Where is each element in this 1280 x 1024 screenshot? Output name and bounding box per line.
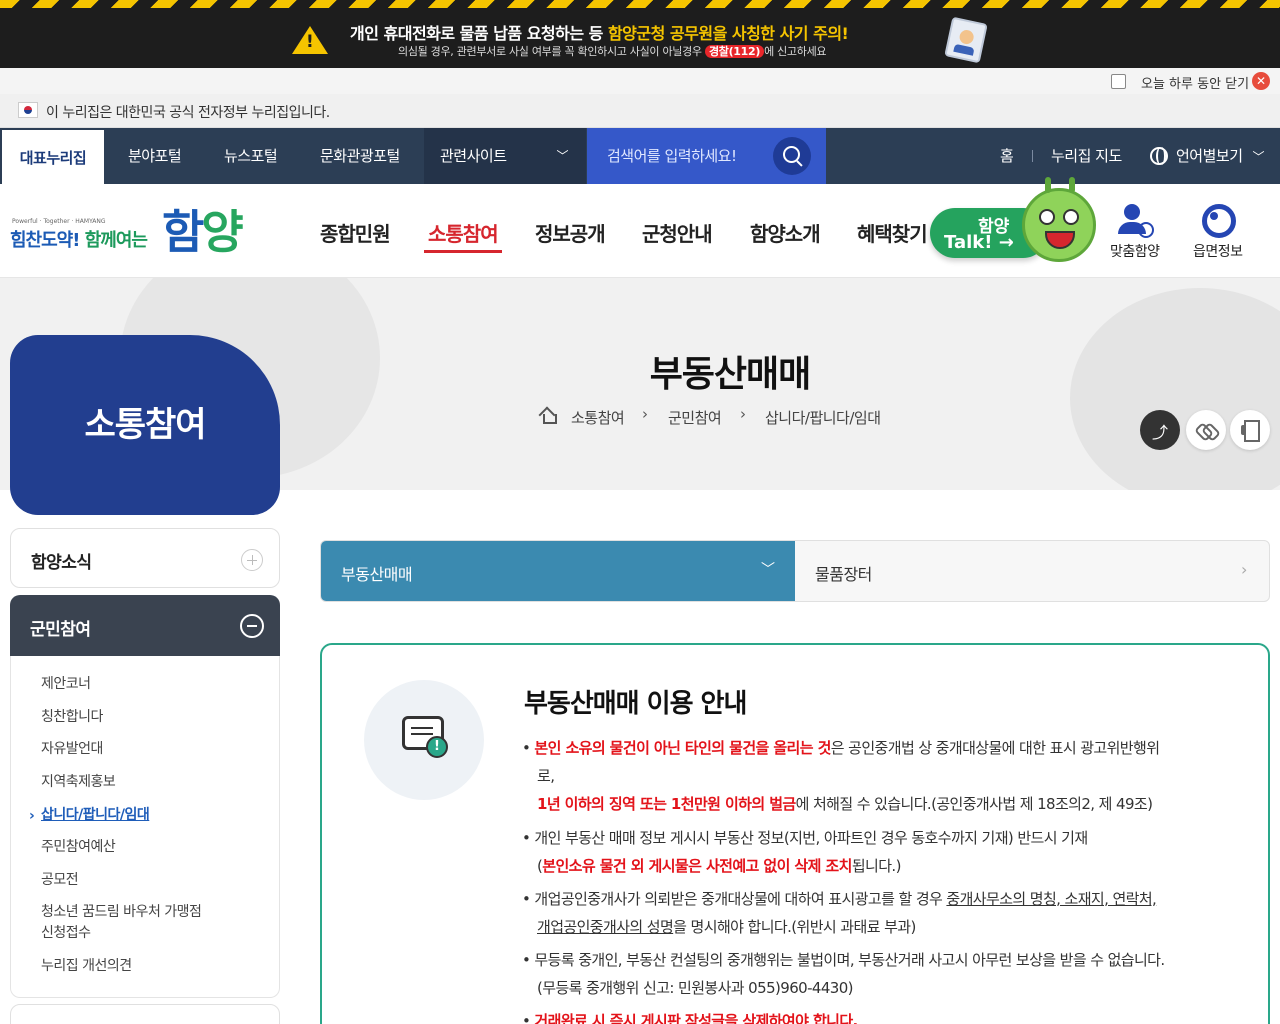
logo-slogan[interactable]: 힘찬도약! 함께여는 bbox=[10, 226, 148, 252]
town-info-icon[interactable] bbox=[1200, 202, 1240, 242]
korea-flag-icon bbox=[18, 102, 38, 118]
tab-goods-market[interactable]: 물품장터 › bbox=[795, 541, 1269, 601]
submenu-item[interactable]: 주민참여예산 bbox=[41, 836, 116, 856]
submenu-item[interactable]: 누리집 개선의견 bbox=[41, 955, 132, 975]
notice-title: 부동산매매 이용 안내 bbox=[524, 689, 747, 719]
section-title-box: 소통참여 bbox=[10, 335, 280, 515]
close-icon[interactable]: ✕ bbox=[1252, 72, 1270, 90]
quick-town-label[interactable]: 읍면정보 bbox=[1193, 241, 1243, 261]
logo-tagline: Powerful · Together · HAMYANG bbox=[12, 218, 106, 225]
logo[interactable]: 함양 bbox=[162, 196, 244, 262]
mascot-icon[interactable] bbox=[1022, 177, 1096, 262]
gnb-benefits[interactable]: 혜택찾기 bbox=[857, 218, 928, 247]
page-title: 부동산매매 bbox=[649, 354, 812, 395]
tab-news-portal[interactable]: 뉴스포털 bbox=[224, 128, 278, 184]
alert-subline: 의심될 경우, 관련부서로 사실 여부를 꼭 확인하시고 사실이 아닐경우 경찰… bbox=[398, 45, 827, 58]
gnb-participation[interactable]: 소통참여 bbox=[424, 218, 502, 253]
share-icon[interactable] bbox=[1140, 410, 1180, 450]
gnb-civil-service[interactable]: 종합민원 bbox=[320, 218, 391, 247]
chevron-right-icon: › bbox=[1241, 560, 1247, 579]
chevron-right-icon: › bbox=[740, 405, 746, 423]
warning-triangle-icon: ! bbox=[292, 26, 328, 54]
submenu-item[interactable]: 제안코너 bbox=[41, 673, 91, 693]
search-input[interactable]: 검색어를 입력하세요! bbox=[607, 145, 737, 166]
sidebar-item-next[interactable] bbox=[10, 1004, 280, 1024]
link-icon[interactable] bbox=[1186, 410, 1226, 450]
tab-main-site[interactable]: 대표누리집 bbox=[2, 128, 104, 184]
notice-item: • 무등록 중개인, 부동산 컨설팅의 중개행위는 불법이며, 부동산거래 사고… bbox=[522, 951, 1165, 997]
sidebar-item-participation[interactable]: 군민참여 bbox=[10, 595, 280, 656]
breadcrumb-item[interactable]: 삽니다/팝니다/임대 bbox=[765, 407, 881, 428]
chevron-right-icon: › bbox=[642, 405, 648, 423]
gnb-intro[interactable]: 함양소개 bbox=[750, 218, 821, 247]
warning-stripe bbox=[0, 0, 1280, 8]
language-dropdown[interactable]: 언어별보기 ﹀ bbox=[1150, 128, 1265, 184]
scam-alert-banner: ! 개인 휴대전화로 물품 납품 요청하는 등 함양군청 공무원을 사칭한 사기… bbox=[0, 0, 1280, 68]
related-sites-dropdown[interactable]: 관련사이트 ﹀ bbox=[424, 128, 586, 184]
submenu-item[interactable]: 자유발언대 bbox=[41, 738, 103, 758]
site-header: Powerful · Together · HAMYANG 힘찬도약! 함께여는… bbox=[0, 177, 1280, 278]
search-icon[interactable] bbox=[773, 137, 811, 175]
chevron-down-icon: ﹀ bbox=[1252, 150, 1265, 164]
tab-real-estate[interactable]: 부동산매매 ﹀ bbox=[321, 541, 795, 601]
police-badge: 경찰(112) bbox=[704, 45, 765, 58]
submenu-item-active[interactable]: 삽니다/팝니다/임대 bbox=[41, 804, 150, 824]
globe-icon bbox=[1150, 147, 1168, 165]
chevron-down-icon: ﹀ bbox=[761, 562, 775, 578]
chevron-right-icon: › bbox=[29, 808, 35, 824]
chevron-down-icon: ﹀ bbox=[556, 149, 568, 163]
close-today-checkbox[interactable] bbox=[1111, 74, 1126, 89]
divider bbox=[1032, 150, 1033, 162]
close-today-bar: 오늘 하루 동안 닫기 ✕ bbox=[0, 68, 1280, 94]
tab-culture-portal[interactable]: 문화관광포털 bbox=[320, 128, 400, 184]
gov-notice-bar: 이 누리집은 대한민국 공식 전자정부 누리집입니다. bbox=[0, 94, 1280, 128]
sitemap-link[interactable]: 누리집 지도 bbox=[1051, 128, 1122, 184]
submenu-item[interactable]: 신청접수 bbox=[41, 922, 91, 942]
quick-custom-label[interactable]: 맞춤함양 bbox=[1110, 241, 1160, 261]
custom-person-icon[interactable] bbox=[1116, 202, 1156, 242]
alert-headline: 개인 휴대전화로 물품 납품 요청하는 등 함양군청 공무원을 사칭한 사기 주… bbox=[350, 24, 849, 43]
minus-icon[interactable] bbox=[240, 614, 264, 638]
submenu-item[interactable]: 지역축제홍보 bbox=[41, 771, 116, 791]
close-today-label[interactable]: 오늘 하루 동안 닫기 bbox=[1141, 73, 1249, 92]
gov-notice-text: 이 누리집은 대한민국 공식 전자정부 누리집입니다. bbox=[46, 105, 330, 121]
submenu-item[interactable]: 공모전 bbox=[41, 869, 79, 889]
plus-icon[interactable] bbox=[241, 549, 263, 571]
notice-item: • 거래완료 시 즉시 게시판 작성글을 삭제하여야 합니다. bbox=[522, 1012, 858, 1024]
breadcrumb-item[interactable]: 소통참여 bbox=[571, 407, 625, 428]
id-card-icon bbox=[944, 16, 988, 64]
tab-field-portal[interactable]: 분야포털 bbox=[128, 128, 182, 184]
notice-item: • 개업공인중개사가 의뢰받은 중개대상물에 대하여 표시광고를 할 경우 중개… bbox=[522, 890, 1157, 936]
notice-icon: ! bbox=[364, 680, 484, 800]
home-link[interactable]: 홈 bbox=[1000, 128, 1014, 184]
submenu-item[interactable]: 칭찬합니다 bbox=[41, 706, 103, 726]
search-box: 검색어를 입력하세요! bbox=[587, 128, 826, 184]
content-tabs: 부동산매매 ﹀ 물품장터 › bbox=[320, 540, 1270, 602]
sidebar-item-news[interactable]: 함양소식 bbox=[10, 528, 280, 588]
submenu-item[interactable]: 청소년 꿈드림 바우처 가맹점 bbox=[41, 901, 202, 921]
breadcrumb-item[interactable]: 군민참여 bbox=[668, 407, 722, 428]
home-icon[interactable] bbox=[538, 406, 558, 426]
notice-item: • 개인 부동산 매매 정보 게시시 부동산 정보(지번, 아파트인 경우 동호… bbox=[522, 829, 1088, 875]
gnb-office-guide[interactable]: 군청안내 bbox=[642, 218, 713, 247]
gnb-info-disclosure[interactable]: 정보공개 bbox=[535, 218, 606, 247]
notice-item: • 본인 소유의 물건이 아닌 타인의 물건을 올리는 것은 공인중개법 상 중… bbox=[522, 739, 1160, 813]
print-icon[interactable] bbox=[1230, 410, 1270, 450]
